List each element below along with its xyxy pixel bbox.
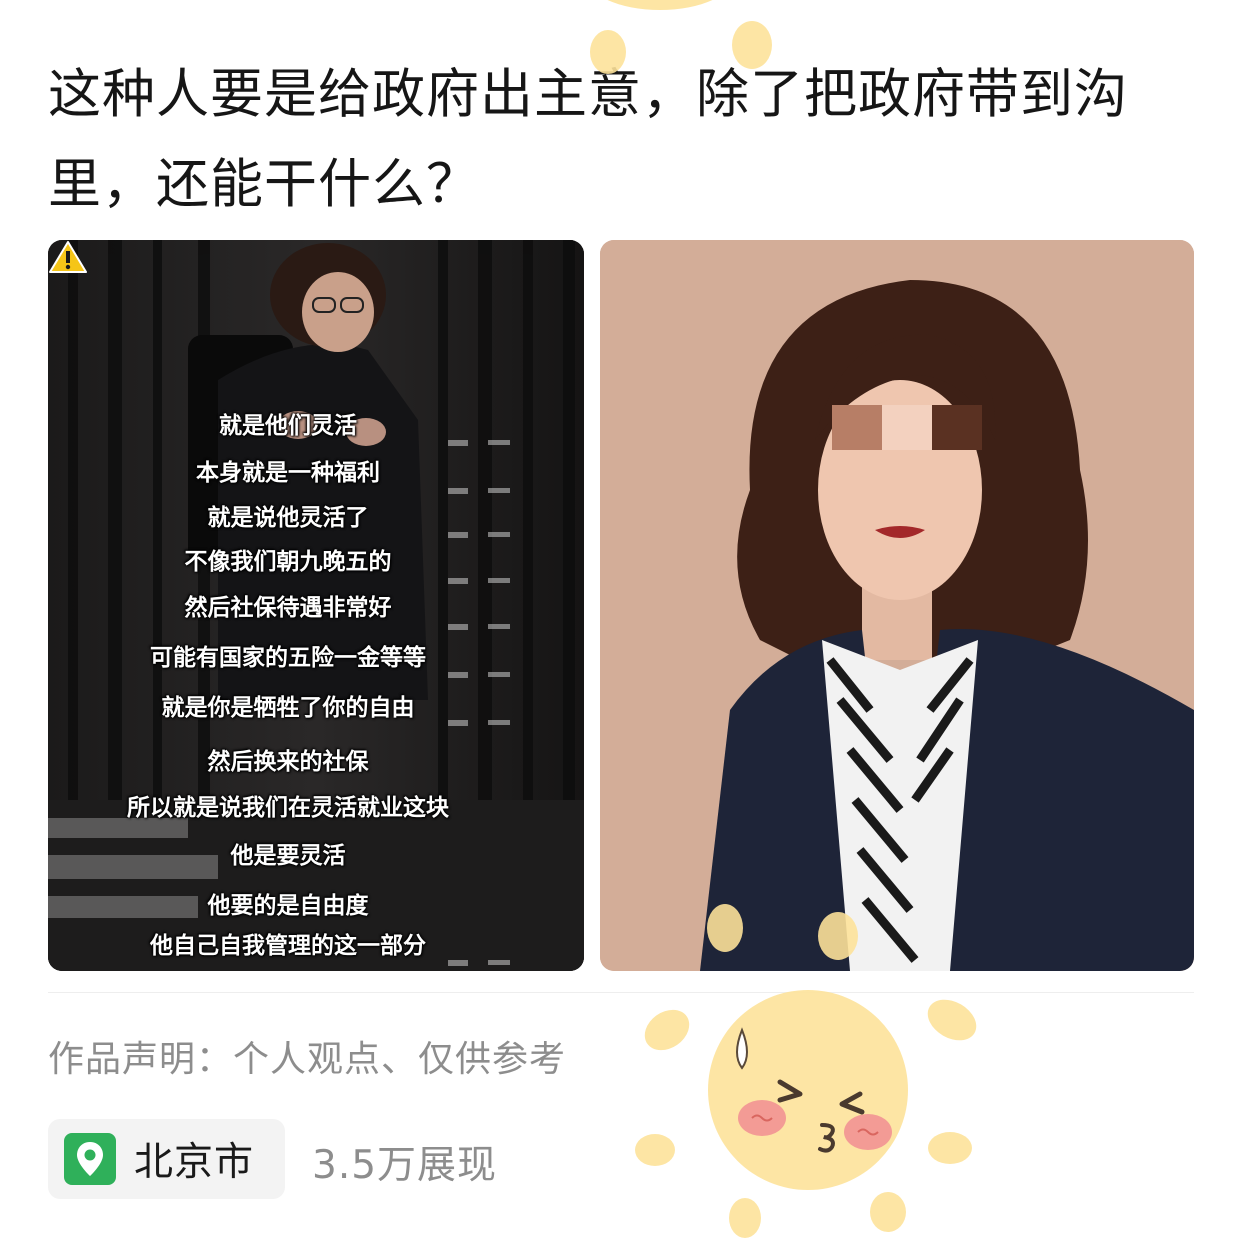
subtitle-line: 他是要灵活 [230,843,346,869]
location-label: 北京市 [134,1140,255,1185]
subtitle-line: 本身就是一种福利 [196,460,380,486]
subtitle-line: 然后社保待遇非常好 [184,595,392,621]
portrait-image[interactable] [600,240,1194,971]
warning-icon [49,241,87,273]
video-screenshot-image[interactable]: 就是他们灵活 本身就是一种福利 就是说他灵活了 不像我们朝九晚五的 然后社保待遇… [48,240,584,971]
location-pin-icon [64,1133,116,1185]
subtitle-line: 就是他们灵活 [219,413,357,439]
subtitle-line: 然后换来的社保 [207,749,369,775]
subtitle-line: 就是说他灵活了 [207,505,369,531]
subtitle-line: 可能有国家的五险一金等等 [150,645,426,671]
image-gallery[interactable]: 就是他们灵活 本身就是一种福利 就是说他灵活了 不像我们朝九晚五的 然后社保待遇… [48,240,1194,993]
portrait-illustration [600,240,1194,971]
post-title: 这种人要是给政府出主意，除了把政府带到沟里，还能干什么？ [48,64,1128,215]
subtitle-line: 不像我们朝九晚五的 [184,549,392,575]
location-tag[interactable]: 北京市 [48,1119,285,1199]
video-subtitles: 就是他们灵活 本身就是一种福利 就是说他灵活了 不像我们朝九晚五的 然后社保待遇… [48,400,528,960]
post-declaration: 作品声明：个人观点、仅供参考 [48,1039,567,1080]
subtitle-line: 他要的是自由度 [207,893,369,919]
subtitle-line: 就是你是牺牲了你的自由 [161,695,415,721]
view-count: 3.5万展现 [312,1143,498,1188]
subtitle-line: 所以就是说我们在灵活就业这块 [127,795,449,821]
subtitle-line: 他自己自我管理的这一部分 [150,933,426,959]
